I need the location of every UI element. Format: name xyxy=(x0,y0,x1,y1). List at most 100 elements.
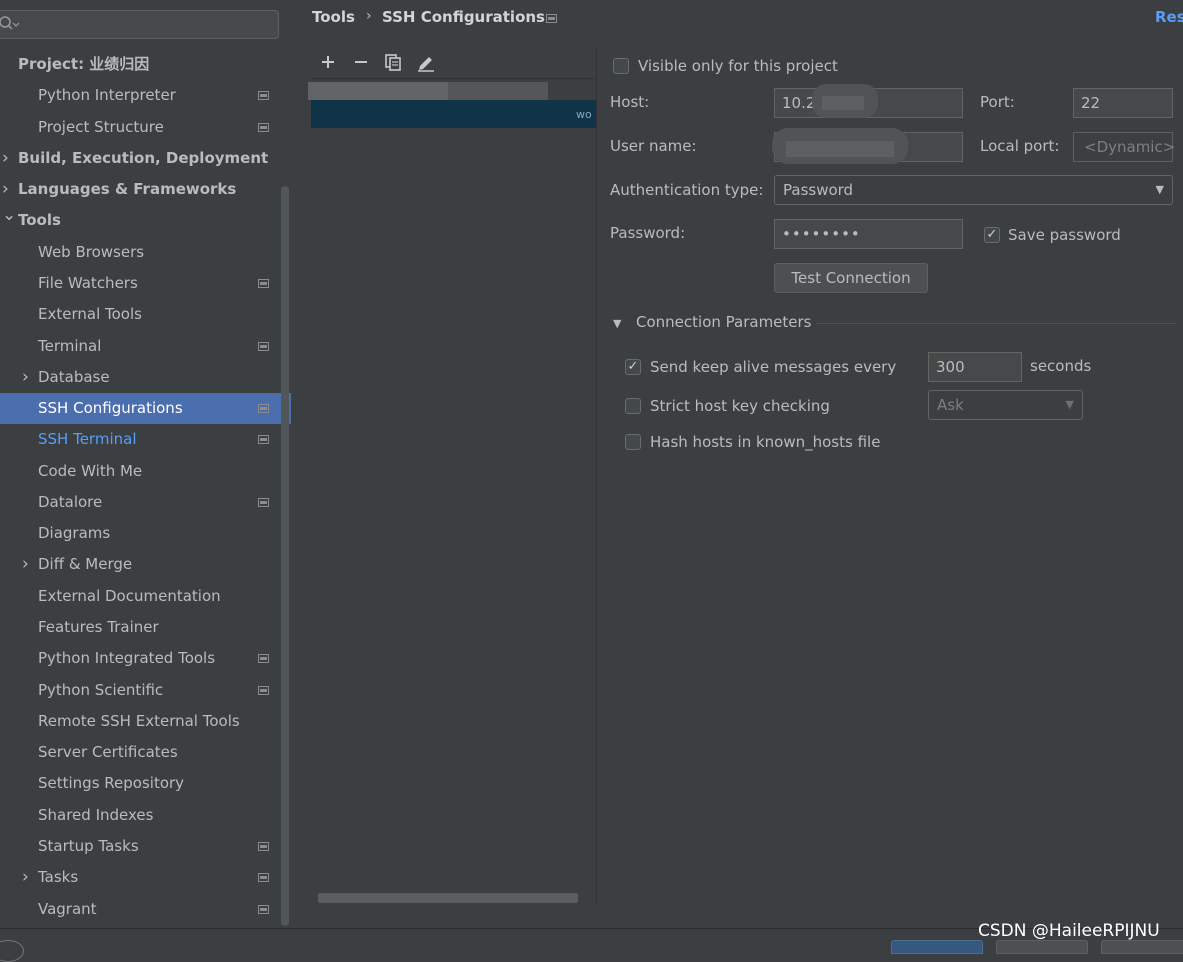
sidebar-item-label: Tools xyxy=(18,211,61,229)
strict-host-checkbox[interactable] xyxy=(625,398,641,414)
breadcrumb-current-page: SSH Configurations xyxy=(382,8,545,26)
cancel-button[interactable] xyxy=(996,940,1088,954)
sidebar-item-diagrams[interactable]: Diagrams xyxy=(0,518,280,549)
sidebar-item-label: Vagrant xyxy=(38,900,97,918)
sidebar-item-python-interpreter[interactable]: Python Interpreter xyxy=(0,80,280,111)
sidebar-item-python-integrated-tools[interactable]: Python Integrated Tools xyxy=(0,643,280,674)
sidebar-item-remote-ssh-external-tools[interactable]: Remote SSH External Tools xyxy=(0,706,280,737)
sidebar-item-ssh-configurations[interactable]: SSH Configurations xyxy=(0,393,291,424)
settings-sidebar: Project: 业绩归因 Python Interpreter Project S… xyxy=(0,0,291,928)
sidebar-item-label: File Watchers xyxy=(38,274,138,292)
sidebar-item-label: Remote SSH External Tools xyxy=(38,712,240,730)
sidebar-scrollbar[interactable] xyxy=(281,186,289,926)
sidebar-item-tools[interactable]: ⌄ Tools xyxy=(0,205,280,236)
sidebar-item-label: Web Browsers xyxy=(38,243,145,261)
local-port-field[interactable]: <Dynamic> xyxy=(1073,132,1175,162)
search-icon xyxy=(0,16,20,30)
sidebar-item-shared-indexes[interactable]: Shared Indexes xyxy=(0,800,280,831)
chevron-right-icon[interactable]: › xyxy=(22,862,29,893)
sidebar-item-settings-repository[interactable]: Settings Repository xyxy=(0,768,280,799)
project-level-icon xyxy=(258,279,269,288)
visible-only-checkbox[interactable] xyxy=(613,58,629,74)
sidebar-item-vagrant[interactable]: Vagrant xyxy=(0,894,280,925)
apply-button[interactable] xyxy=(1101,940,1183,954)
sidebar-item-file-watchers[interactable]: File Watchers xyxy=(0,268,280,299)
help-icon[interactable] xyxy=(0,940,24,962)
keep-alive-checkbox[interactable]: ✓ xyxy=(625,359,641,375)
strict-host-dropdown[interactable]: Ask ▼ xyxy=(928,390,1083,420)
keep-alive-interval-field[interactable]: 300 xyxy=(928,352,1022,382)
minus-icon[interactable] xyxy=(349,50,373,74)
sidebar-item-external-documentation[interactable]: External Documentation xyxy=(0,581,280,612)
hash-hosts-checkbox[interactable] xyxy=(625,434,641,450)
project-level-icon xyxy=(258,498,269,507)
sidebar-item-ssh-terminal[interactable]: SSH Terminal xyxy=(0,424,280,455)
dropdown-arrow-icon: ▼ xyxy=(1155,183,1164,196)
project-level-icon xyxy=(258,842,269,851)
password-label: Password: xyxy=(610,224,686,242)
test-connection-button[interactable]: Test Connection xyxy=(774,263,928,293)
sidebar-item-label: Project Structure xyxy=(38,118,164,136)
chevron-right-icon[interactable]: › xyxy=(22,549,29,580)
sidebar-item-label: Project: 业绩归因 xyxy=(18,55,150,73)
reset-link[interactable]: Reset xyxy=(1155,8,1183,26)
redaction-blur xyxy=(822,96,864,110)
sidebar-item-label: Tasks xyxy=(38,868,79,886)
sidebar-item-project[interactable]: Project: 业绩归因 xyxy=(0,49,280,80)
breadcrumb-tools[interactable]: Tools xyxy=(312,8,355,26)
sidebar-item-external-tools[interactable]: External Tools xyxy=(0,299,280,330)
port-field[interactable]: 22 xyxy=(1073,88,1173,118)
sidebar-item-label: Languages & Frameworks xyxy=(18,180,237,198)
pencil-icon[interactable] xyxy=(414,50,438,74)
auth-type-label: Authentication type: xyxy=(610,181,764,199)
keep-alive-unit: seconds xyxy=(1030,357,1092,375)
project-level-icon xyxy=(258,873,269,882)
strict-host-value: Ask xyxy=(937,396,964,414)
sidebar-item-label: Diff & Merge xyxy=(38,555,133,573)
sidebar-item-label: Terminal xyxy=(38,337,102,355)
save-password-checkbox[interactable]: ✓ xyxy=(984,227,1000,243)
sidebar-item-tasks[interactable]: › Tasks xyxy=(0,862,280,893)
connection-parameters-title[interactable]: Connection Parameters xyxy=(636,313,812,331)
save-password-label: Save password xyxy=(1008,226,1121,244)
copy-icon[interactable] xyxy=(381,50,405,74)
sidebar-item-diff-merge[interactable]: › Diff & Merge xyxy=(0,549,280,580)
settings-search-field[interactable] xyxy=(0,10,279,39)
sidebar-item-startup-tasks[interactable]: Startup Tasks xyxy=(0,831,280,862)
dropdown-arrow-icon: ▼ xyxy=(1065,398,1074,411)
chevron-right-icon[interactable]: › xyxy=(22,362,29,393)
project-level-icon xyxy=(258,435,269,444)
sidebar-item-server-certificates[interactable]: Server Certificates xyxy=(0,737,280,768)
sidebar-item-project-structure[interactable]: Project Structure xyxy=(0,112,280,143)
config-list-item-selected[interactable] xyxy=(311,100,596,128)
sidebar-item-terminal[interactable]: Terminal xyxy=(0,331,280,362)
sidebar-item-label: Python Integrated Tools xyxy=(38,649,216,667)
chevron-right-icon[interactable]: › xyxy=(2,143,9,174)
sidebar-item-features-trainer[interactable]: Features Trainer xyxy=(0,612,280,643)
watermark: CSDN @HaileeRPIJNU xyxy=(978,921,1160,941)
config-list-hscrollbar[interactable] xyxy=(318,893,578,903)
section-divider xyxy=(816,323,1176,324)
host-label: Host: xyxy=(610,93,650,111)
ok-button[interactable] xyxy=(891,940,983,954)
sidebar-item-label: Database xyxy=(38,368,110,386)
sidebar-item-database[interactable]: › Database xyxy=(0,362,280,393)
port-label: Port: xyxy=(980,93,1015,111)
redaction-blur xyxy=(786,141,894,157)
sidebar-item-python-scientific[interactable]: Python Scientific xyxy=(0,675,280,706)
password-field[interactable]: •••••••• xyxy=(774,219,963,249)
project-level-icon xyxy=(258,404,269,413)
auth-type-dropdown[interactable]: Password ▼ xyxy=(774,175,1173,205)
project-level-icon xyxy=(258,342,269,351)
collapse-triangle-icon[interactable]: ▼ xyxy=(613,317,621,330)
chevron-down-icon[interactable]: ⌄ xyxy=(2,200,16,231)
sidebar-item-label: External Documentation xyxy=(38,587,221,605)
project-level-icon xyxy=(258,91,269,100)
plus-icon[interactable] xyxy=(316,50,340,74)
auth-type-value: Password xyxy=(783,181,854,199)
sidebar-item-datalore[interactable]: Datalore xyxy=(0,487,280,518)
sidebar-item-build-execution-deployment[interactable]: › Build, Execution, Deployment xyxy=(0,143,280,174)
sidebar-item-languages-frameworks[interactable]: › Languages & Frameworks xyxy=(0,174,280,205)
sidebar-item-code-with-me[interactable]: Code With Me xyxy=(0,456,280,487)
sidebar-item-web-browsers[interactable]: Web Browsers xyxy=(0,237,280,268)
